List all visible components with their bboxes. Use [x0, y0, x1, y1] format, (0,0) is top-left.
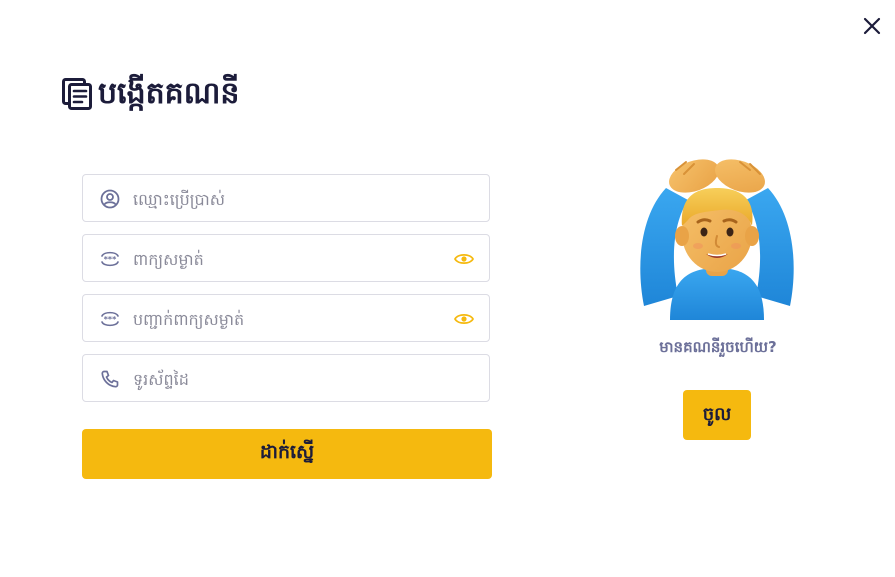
svg-text:***: *** [104, 255, 117, 264]
page-title: បង្កើតគណនី [98, 76, 240, 111]
password-field[interactable]: *** [82, 234, 490, 283]
password-input[interactable] [131, 235, 455, 283]
phone-field[interactable] [82, 354, 490, 403]
password-icon: *** [99, 308, 121, 330]
confirm-password-field[interactable]: *** [82, 294, 490, 343]
phone-icon [99, 368, 121, 390]
svg-text:***: *** [104, 315, 117, 324]
user-circle-icon [99, 188, 121, 210]
close-icon [863, 17, 881, 35]
have-account-text: មានគណនីរួចហើយ? [659, 338, 777, 356]
username-field[interactable] [82, 174, 490, 223]
confirm-password-input[interactable] [131, 295, 455, 343]
password-icon: *** [99, 248, 121, 270]
man-gesturing-ok-illustration [636, 156, 798, 320]
submit-button[interactable]: ដាក់ស្នើ [82, 429, 492, 479]
username-input[interactable] [131, 175, 455, 223]
phone-input[interactable] [131, 355, 455, 403]
document-list-icon [62, 78, 92, 110]
close-button[interactable] [858, 12, 886, 40]
eye-icon[interactable] [453, 309, 475, 329]
login-button[interactable]: ចូល [683, 390, 751, 440]
page-header: បង្កើតគណនី [62, 76, 239, 112]
eye-icon[interactable] [453, 249, 475, 269]
